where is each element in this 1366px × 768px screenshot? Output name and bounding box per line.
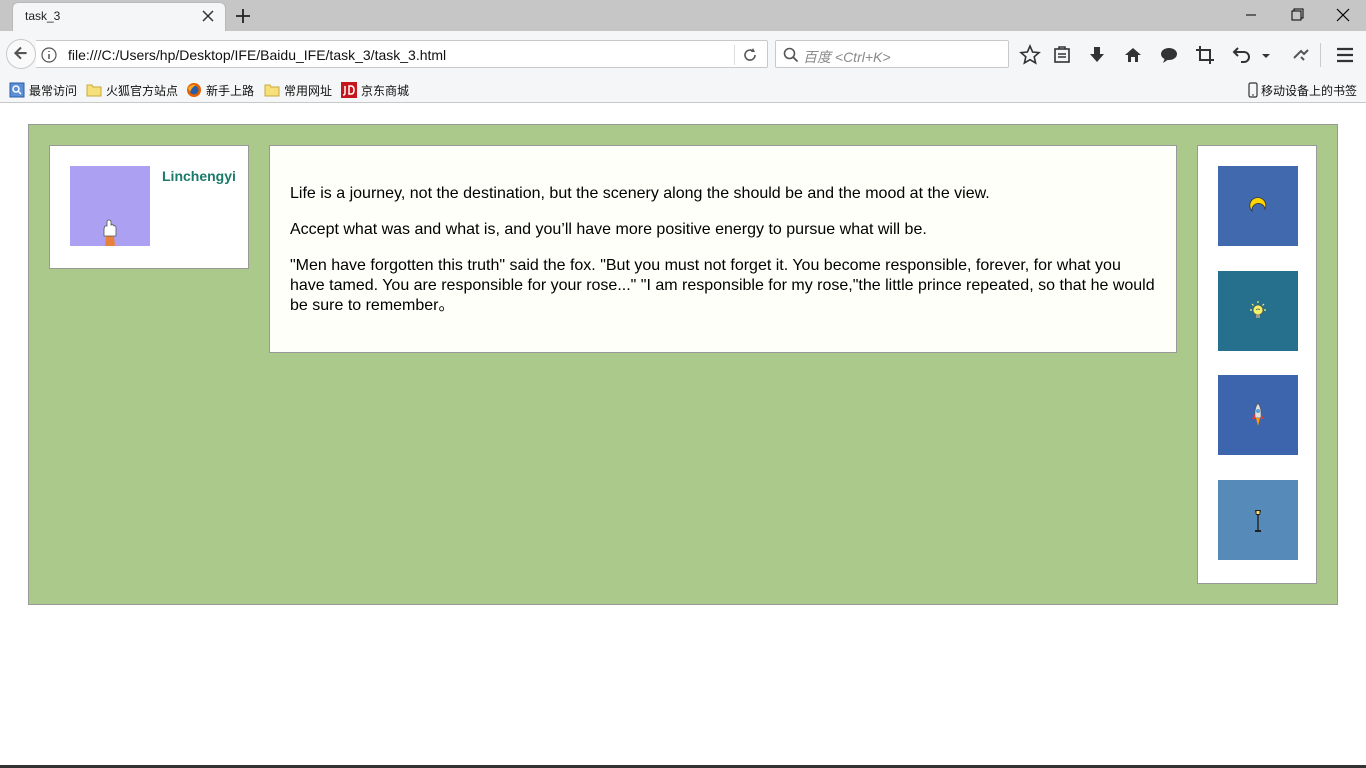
rocket-icon — [1252, 402, 1264, 426]
home-icon[interactable] — [1121, 43, 1145, 67]
menu-icon[interactable] — [1333, 43, 1357, 67]
undo-icon[interactable] — [1229, 43, 1253, 67]
tile-rocket — [1218, 375, 1298, 455]
search-placeholder: 百度 <Ctrl+K> — [803, 49, 891, 65]
toolbar-separator — [1320, 43, 1321, 67]
restore-icon[interactable] — [1274, 3, 1320, 27]
reading-list-icon[interactable] — [1050, 43, 1074, 67]
bookmark-common-sites[interactable]: 常用网址 — [264, 81, 332, 99]
bookmark-label: 常用网址 — [284, 83, 333, 98]
jd-icon — [341, 82, 357, 98]
new-tab-icon[interactable] — [232, 5, 254, 27]
paragraph: Life is a journey, not the destination, … — [290, 185, 990, 202]
tab-title: task_3 — [25, 9, 61, 23]
url-separator — [734, 45, 735, 65]
bookmarks-bar: 最常访问 火狐官方站点 新手上路 常用网址 京东商城 移动设备上的书签 — [0, 77, 1366, 103]
nav-bar: file:///C:/Users/hp/Desktop/IFE/Baidu_IF… — [0, 31, 1366, 77]
bookmark-label: 京东商城 — [361, 83, 410, 98]
dropdown-icon[interactable] — [1256, 43, 1276, 67]
url-text: file:///C:/Users/hp/Desktop/IFE/Baidu_IF… — [68, 47, 447, 63]
chat-icon[interactable] — [1157, 43, 1181, 67]
star-icon[interactable] — [1018, 43, 1042, 67]
crop-icon[interactable] — [1193, 43, 1217, 67]
icon-sidebar — [1197, 145, 1317, 584]
close-window-icon[interactable] — [1320, 3, 1366, 27]
folder-icon — [86, 84, 102, 97]
paragraph: Accept what was and what is, and you’ll … — [290, 221, 927, 238]
bookmark-firefox-site[interactable]: 火狐官方站点 — [86, 81, 178, 99]
extension-icon[interactable] — [1289, 43, 1313, 67]
tile-moon — [1218, 166, 1298, 246]
bookmark-jd[interactable]: 京东商城 — [341, 81, 409, 99]
url-bar[interactable]: file:///C:/Users/hp/Desktop/IFE/Baidu_IF… — [36, 40, 768, 68]
tab-bar: task_3 — [0, 0, 1366, 31]
most-visited-icon — [9, 82, 25, 98]
bookmark-label: 新手上路 — [206, 83, 255, 98]
search-icon — [783, 47, 799, 63]
page-container: Linchengyi Life is a journey, not the de… — [28, 124, 1338, 605]
street-lamp-icon — [1255, 510, 1261, 532]
tile-lightbulb — [1218, 271, 1298, 351]
profile-card: Linchengyi — [49, 145, 249, 269]
tile-street-lamp — [1218, 480, 1298, 560]
bookmark-getting-started[interactable]: 新手上路 — [186, 81, 254, 99]
tab-active[interactable]: task_3 — [12, 2, 226, 31]
lightbulb-icon — [1250, 301, 1266, 318]
close-tab-icon[interactable] — [199, 7, 217, 25]
search-bar[interactable]: 百度 <Ctrl+K> — [775, 40, 1009, 68]
back-arrow-icon — [13, 46, 27, 60]
minimize-icon[interactable] — [1228, 3, 1274, 27]
avatar — [70, 166, 150, 246]
download-icon[interactable] — [1085, 43, 1109, 67]
back-button[interactable] — [6, 39, 36, 69]
bookmark-label: 火狐官方站点 — [106, 83, 179, 98]
bookmark-label: 最常访问 — [29, 83, 78, 98]
info-icon[interactable] — [40, 46, 58, 64]
mobile-icon — [1248, 82, 1258, 98]
hand-icon — [103, 219, 117, 246]
firefox-icon — [187, 83, 201, 97]
content-card: Life is a journey, not the destination, … — [269, 145, 1177, 353]
folder-icon — [264, 84, 280, 97]
mobile-bookmarks-label: 移动设备上的书签 — [1261, 83, 1358, 98]
username: Linchengyi — [162, 168, 236, 184]
reload-icon[interactable] — [740, 45, 760, 65]
moon-icon — [1249, 197, 1267, 213]
bookmark-mobile[interactable]: 移动设备上的书签 — [1248, 81, 1357, 99]
bookmark-most-visited[interactable]: 最常访问 — [9, 81, 77, 99]
paragraph: "Men have forgotten this truth" said the… — [290, 257, 1155, 314]
